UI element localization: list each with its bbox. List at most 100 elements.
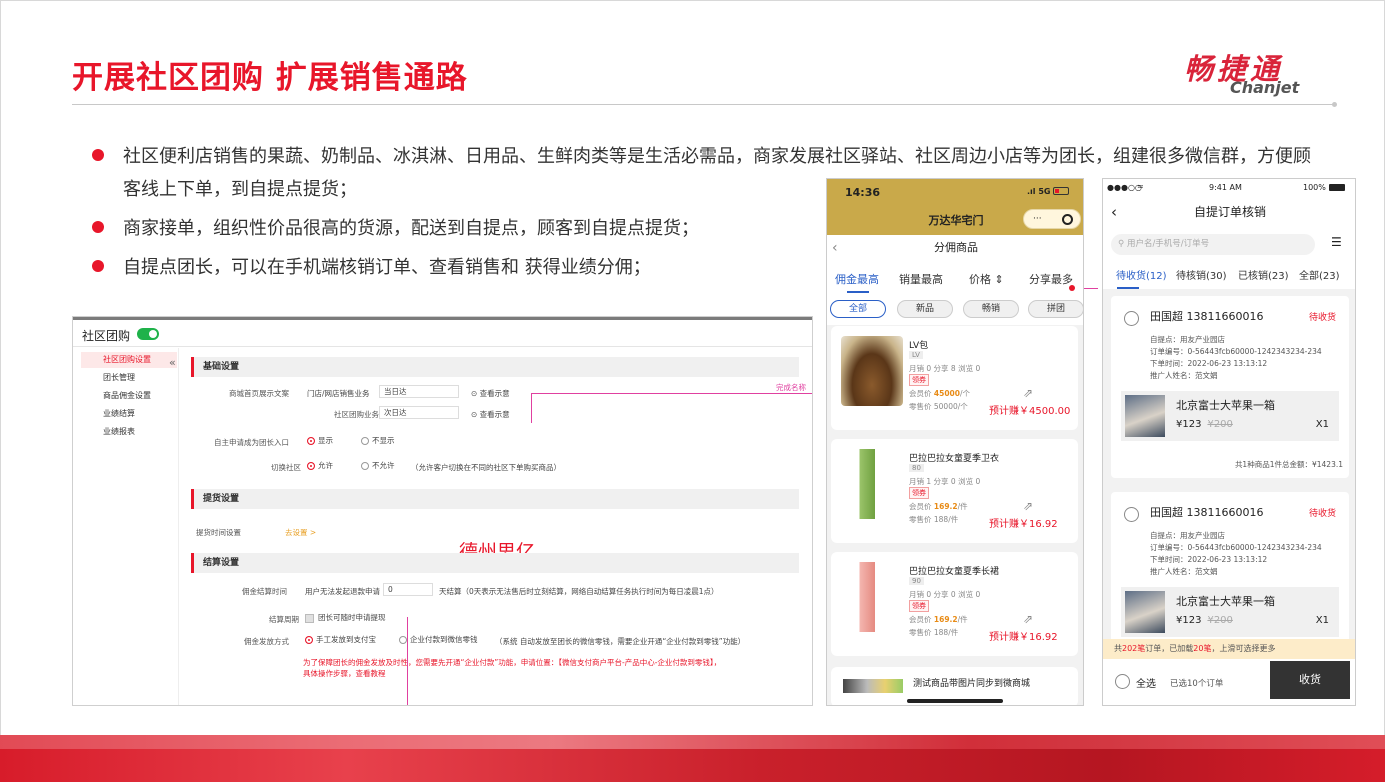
switch-allow-label: 允许 [318, 461, 333, 470]
collapse-icon[interactable]: « [169, 356, 176, 369]
checkbox-icon [305, 613, 314, 623]
phone1-time: 14:36 [845, 186, 881, 199]
store-copy-input[interactable]: 当日达 [379, 385, 459, 398]
example-link[interactable]: ⊙ 查看示意 [471, 409, 510, 420]
share-icon[interactable]: ⇗ [1023, 499, 1033, 513]
method-auto-radio[interactable]: 企业付款到微信零钱 [399, 634, 478, 645]
sidebar-item-report[interactable]: 业绩报表 [103, 426, 135, 437]
pink-guide-line [531, 393, 532, 423]
filter-chips: 全部 新品 畅销 拼团 [827, 295, 1083, 325]
tab-pending-receive[interactable]: 待收货(12) [1116, 267, 1167, 282]
member-price-value: 45000 [933, 389, 960, 398]
product-card[interactable]: 巴拉巴拉女童夏季长裙 90 月销 0 分享 0 浏览 0 领券 会员价 169.… [831, 552, 1078, 656]
member-price-unit: /件 [957, 502, 968, 511]
settle-days-input[interactable]: 0 [383, 583, 433, 596]
signal-icon: .ıl 5G [1027, 187, 1051, 196]
apply-hide-label: 不显示 [372, 436, 395, 445]
order-product: 北京富士大苹果一箱 ¥123 ¥200 X1 [1121, 391, 1339, 441]
active-tab-indicator [1117, 287, 1139, 289]
product-price: ¥123 ¥200 [1176, 615, 1233, 626]
member-price-value: 169.2 [933, 615, 958, 624]
wifi-icon: ≈ [1137, 182, 1144, 191]
pink-guide-line [1084, 288, 1098, 289]
method-manual-radio[interactable]: 手工发放到支付宝 [305, 634, 376, 645]
community-copy-input[interactable]: 次日达 [379, 406, 459, 419]
apply-hide-radio[interactable]: 不显示 [361, 435, 395, 446]
tab-share-most[interactable]: 分享最多 [1029, 271, 1073, 287]
select-all-radio[interactable] [1115, 674, 1130, 689]
receive-button[interactable]: 收货 [1270, 661, 1350, 699]
settle-warning-2[interactable]: 具体操作步骤，查看教程 [303, 668, 386, 679]
tab-commission-high[interactable]: 佣金最高 [835, 271, 879, 287]
pink-note: 完成名称 [776, 383, 806, 392]
commission-products-phone: 14:36 .ıl 5G 万达华宅门 ··· ‹ 分佣商品 佣金最高 销量最高 … [826, 178, 1084, 706]
product-name: 巴拉巴拉女童夏季长裙 [909, 567, 1000, 577]
title-divider [72, 104, 1334, 105]
pickup-time-link[interactable]: 去设置 > [285, 527, 316, 538]
order-total: 共1种商品1件总金额：¥1423.1 [1234, 460, 1343, 469]
tab-verified[interactable]: 已核销(23) [1238, 267, 1289, 282]
order-card[interactable]: 田国超 13811660016 待收货 自提点：用友产业园店 订单编号：0-56… [1111, 296, 1349, 478]
sidebar-item-settings[interactable]: 社区团购设置 [81, 352, 177, 368]
community-toggle[interactable] [137, 328, 159, 340]
settle-period-checkbox[interactable]: 团长可随时申请提现 [305, 612, 386, 623]
sidebar-item-settlement[interactable]: 业绩结算 [103, 408, 135, 419]
example-text: 查看示意 [479, 389, 510, 398]
order-product: 北京富士大苹果一箱 ¥123 ¥200 X1 [1121, 587, 1339, 637]
product-card[interactable]: 巴拉巴拉女童夏季卫衣 80 月销 1 分享 0 浏览 0 领券 会员价 169.… [831, 439, 1078, 543]
order-status: 待收货 [1308, 313, 1336, 323]
share-icon[interactable]: ⇗ [1023, 386, 1033, 400]
filter-icon[interactable]: ☰ [1331, 235, 1342, 249]
member-price-value: 169.2 [933, 502, 958, 511]
chip-new[interactable]: 新品 [897, 300, 953, 318]
product-card[interactable]: LV包 LV 月销 0 分享 8 浏览 0 领券 会员价 45000/个 零售价… [831, 326, 1078, 430]
estimated-earning: 预计赚￥16.92 [989, 519, 1058, 530]
share-icon[interactable]: ⇗ [1023, 612, 1033, 626]
member-price-unit: /个 [959, 389, 971, 398]
settle-period-label: 结算周期 [269, 615, 299, 624]
notice-total-count: 202笔 [1122, 644, 1146, 653]
apply-show-radio[interactable]: 显示 [307, 435, 333, 446]
tab-all[interactable]: 全部(23) [1299, 267, 1340, 282]
phone2-status-bar: ●●●○○ ≈ 9:41 AM 100% [1103, 179, 1355, 197]
chip-all[interactable]: 全部 [830, 300, 886, 318]
product-name: LV包 [909, 341, 929, 351]
example-link[interactable]: ⊙ 查看示意 [471, 388, 510, 399]
sidebar-item-leaders[interactable]: 团长管理 [103, 372, 135, 383]
chip-group[interactable]: 拼团 [1028, 300, 1083, 318]
method-note: （系统 自动发放至团长的微信零钱，需要企业开通“企业付款到零钱”功能） [495, 637, 746, 646]
order-select-radio[interactable] [1124, 507, 1139, 522]
tab-sales-high[interactable]: 销量最高 [899, 271, 943, 287]
pickup-point: 自提点：用友产业园店 [1150, 335, 1225, 344]
admin-title: 社区团购 [82, 329, 131, 343]
order-select-radio[interactable] [1124, 311, 1139, 326]
product-price: ¥123 ¥200 [1176, 419, 1233, 430]
miniapp-capsule[interactable]: ··· [1023, 209, 1081, 229]
tab-pending-verify[interactable]: 待核销(30) [1176, 267, 1227, 282]
switch-community-label: 切换社区 [271, 463, 301, 472]
retail-price: 零售价 50000/个 [909, 402, 968, 411]
product-image-dress [841, 562, 903, 632]
phone2-nav-title: 自提订单核销 [1193, 205, 1266, 219]
order-search-input[interactable]: ⚲ 用户名/手机号/订单号 [1111, 234, 1315, 255]
notice-prefix: 共 [1114, 644, 1122, 653]
back-icon[interactable]: ‹ [832, 235, 838, 261]
switch-allow-radio[interactable]: 允许 [307, 460, 333, 471]
store-copy-left: 门店/网店销售业务 [307, 389, 370, 398]
slide-title: 开展社区团购 扩展销售通路 [72, 60, 468, 96]
retail-price: 零售价 188/件 [909, 515, 959, 524]
settle-time-label: 佣金结算时间 [242, 587, 287, 596]
sidebar-item-commission[interactable]: 商品佣金设置 [103, 390, 151, 401]
more-icon[interactable]: ··· [1033, 214, 1042, 224]
tab-price[interactable]: 价格 ⇕ [969, 271, 1004, 287]
product-name: 北京富士大苹果一箱 [1176, 399, 1275, 412]
settle-period-text: 团长可随时申请提现 [318, 613, 386, 622]
close-miniapp-icon[interactable] [1062, 214, 1073, 225]
select-all-label[interactable]: 全选 [1136, 675, 1156, 690]
back-icon[interactable]: ‹ [1111, 197, 1117, 227]
switch-deny-radio[interactable]: 不允许 [361, 460, 395, 471]
home-indicator [907, 699, 1003, 703]
chip-hot[interactable]: 畅销 [963, 300, 1019, 318]
section-basic: 基础设置 [191, 357, 799, 377]
search-bar: ⚲ 用户名/手机号/订单号 ☰ [1103, 231, 1355, 259]
